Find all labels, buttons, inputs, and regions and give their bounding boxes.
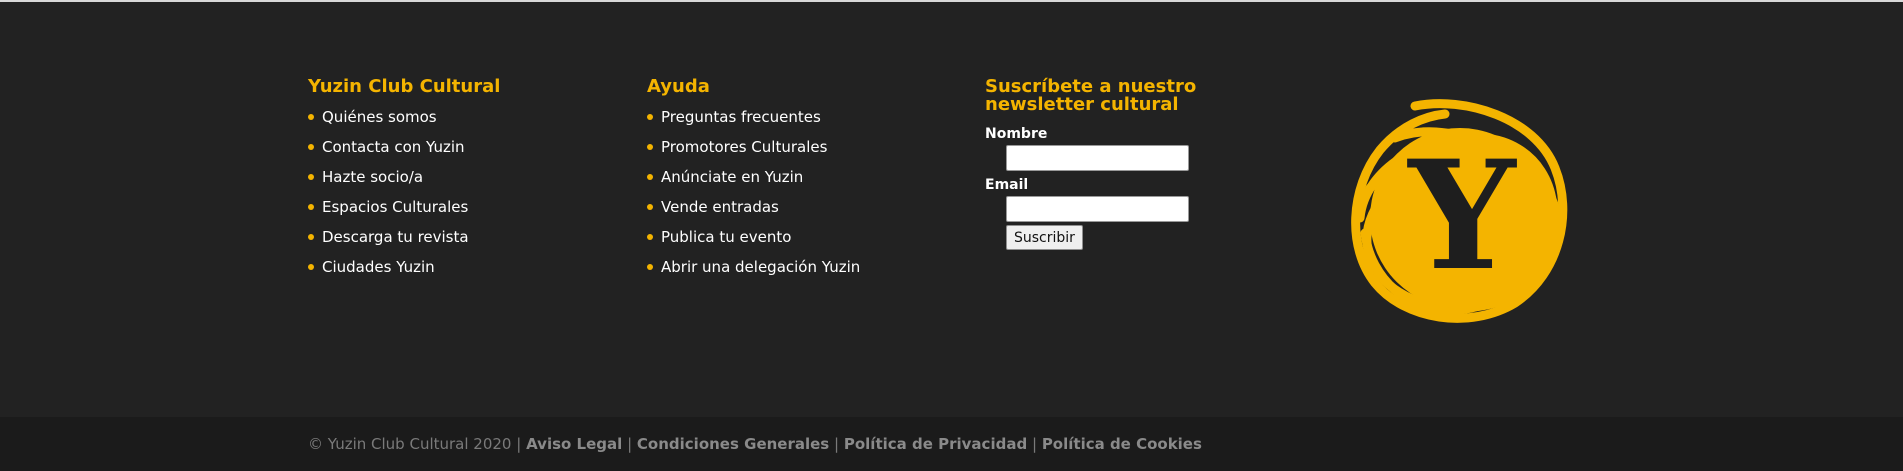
link-politica-privacidad[interactable]: Política de Privacidad <box>844 435 1027 453</box>
list-item: Hazte socio/a <box>308 168 500 198</box>
link-preguntas-frecuentes[interactable]: Preguntas frecuentes <box>661 108 821 126</box>
link-aviso-legal[interactable]: Aviso Legal <box>526 435 622 453</box>
link-descarga-revista[interactable]: Descarga tu revista <box>322 228 469 246</box>
copyright-line: © Yuzin Club Cultural 2020 | Aviso Legal… <box>308 435 1202 453</box>
link-promotores-culturales[interactable]: Promotores Culturales <box>661 138 827 156</box>
link-condiciones-generales[interactable]: Condiciones Generales <box>637 435 829 453</box>
column-heading-help: Ayuda <box>647 76 710 97</box>
email-label: Email <box>985 177 1029 193</box>
separator: | <box>627 435 633 453</box>
separator: | <box>1031 435 1038 453</box>
subscribe-button[interactable]: Suscribir <box>1006 225 1083 250</box>
list-item: Publica tu evento <box>647 228 860 258</box>
separator: | <box>834 435 840 453</box>
name-field[interactable] <box>1006 145 1189 171</box>
column-heading-club: Yuzin Club Cultural <box>308 76 501 97</box>
link-quienes-somos[interactable]: Quiénes somos <box>322 108 437 126</box>
copyright-text: © Yuzin Club Cultural 2020 <box>308 435 512 453</box>
help-links-list: Preguntas frecuentes Promotores Cultural… <box>647 108 860 288</box>
link-contacta[interactable]: Contacta con Yuzin <box>322 138 465 156</box>
link-espacios-culturales[interactable]: Espacios Culturales <box>322 198 468 216</box>
footer-column-help: Ayuda Preguntas frecuentes Promotores Cu… <box>647 78 860 288</box>
list-item: Promotores Culturales <box>647 138 860 168</box>
link-anunciate[interactable]: Anúnciate en Yuzin <box>661 168 803 186</box>
link-hazte-socio[interactable]: Hazte socio/a <box>322 168 423 186</box>
list-item: Abrir una delegación Yuzin <box>647 258 860 288</box>
link-vende-entradas[interactable]: Vende entradas <box>661 198 779 216</box>
yuzin-logo-icon: Y <box>1345 98 1575 328</box>
link-abrir-delegacion[interactable]: Abrir una delegación Yuzin <box>661 258 860 276</box>
list-item: Preguntas frecuentes <box>647 108 860 138</box>
copyright-bar: © Yuzin Club Cultural 2020 | Aviso Legal… <box>0 417 1903 471</box>
link-publica-evento[interactable]: Publica tu evento <box>661 228 791 246</box>
list-item: Espacios Culturales <box>308 198 500 228</box>
list-item: Anúnciate en Yuzin <box>647 168 860 198</box>
link-politica-cookies[interactable]: Política de Cookies <box>1042 435 1202 453</box>
newsletter-form: Suscríbete a nuestro newsletter cultural… <box>985 78 1215 250</box>
list-item: Descarga tu revista <box>308 228 500 258</box>
footer-column-club: Yuzin Club Cultural Quiénes somos Contac… <box>308 78 500 288</box>
list-item: Vende entradas <box>647 198 860 228</box>
site-footer <box>0 2 1903 417</box>
link-ciudades-yuzin[interactable]: Ciudades Yuzin <box>322 258 435 276</box>
email-field[interactable] <box>1006 196 1189 222</box>
separator: | <box>516 435 522 453</box>
list-item: Contacta con Yuzin <box>308 138 500 168</box>
name-label: Nombre <box>985 126 1048 142</box>
list-item: Quiénes somos <box>308 108 500 138</box>
logo-letter: Y <box>1406 128 1517 304</box>
newsletter-heading: Suscríbete a nuestro newsletter cultural <box>985 76 1197 115</box>
club-links-list: Quiénes somos Contacta con Yuzin Hazte s… <box>308 108 500 288</box>
list-item: Ciudades Yuzin <box>308 258 500 288</box>
